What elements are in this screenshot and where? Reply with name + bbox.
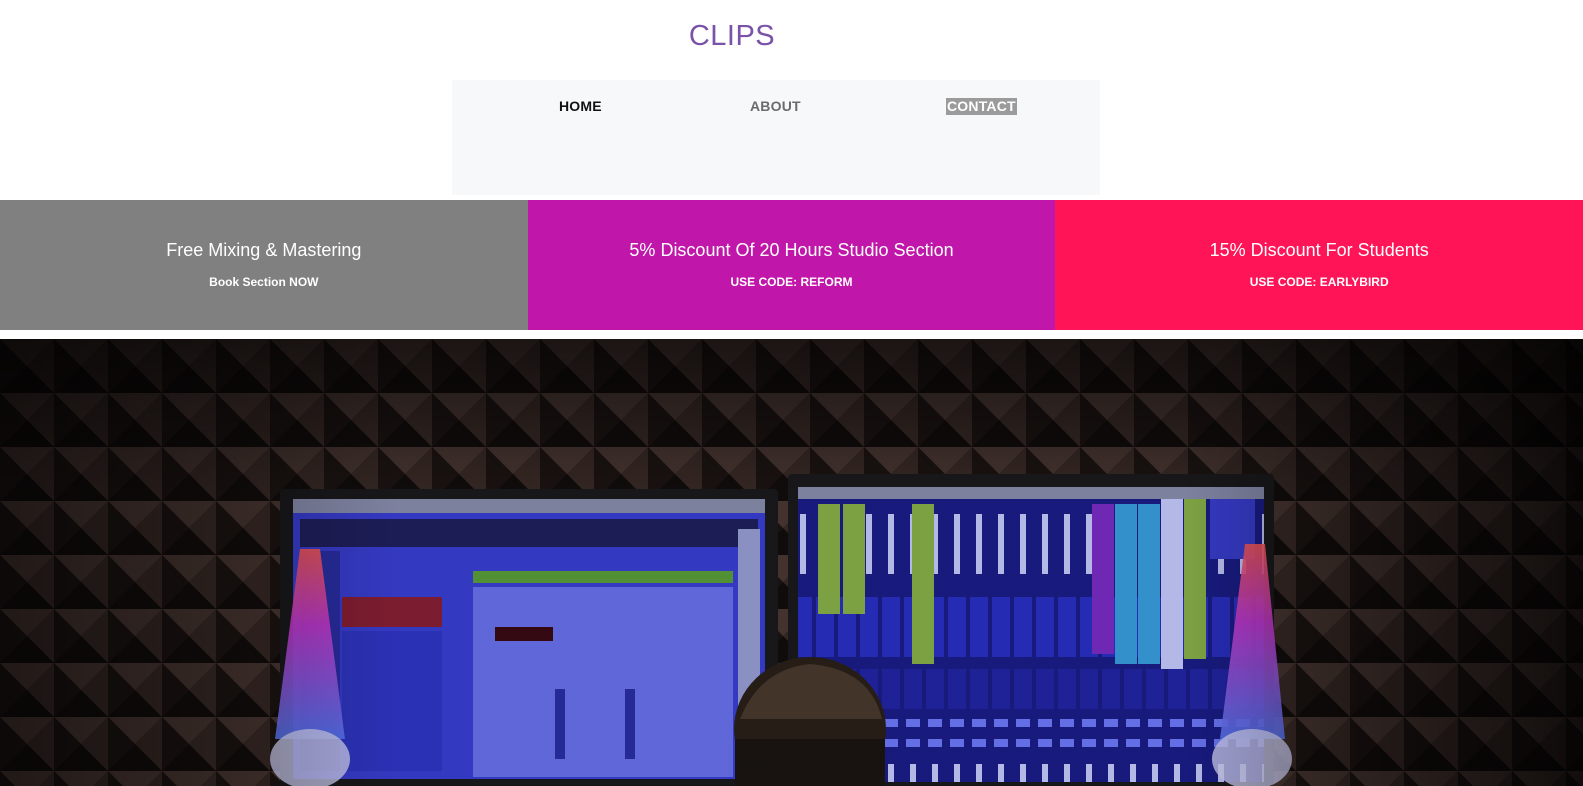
promo-subtitle: Book Section NOW: [209, 275, 319, 289]
promo-subtitle: USE CODE: EARLYBIRD: [1249, 275, 1389, 289]
promo-title: Free Mixing & Mastering: [166, 240, 362, 260]
nav-contact-link[interactable]: CONTACT: [946, 98, 1017, 115]
promo-title: 5% Discount Of 20 Hours Studio Section: [629, 240, 954, 260]
nav-about-link[interactable]: ABOUT: [750, 98, 801, 115]
hero-image: [0, 339, 1583, 786]
site-header: CLIPS HOME ABOUT CONTACT: [0, 0, 1583, 198]
promo-strip: Free Mixing & Mastering Book Section NOW…: [0, 200, 1583, 330]
studio-scene-illustration: [0, 339, 1583, 786]
site-logo[interactable]: CLIPS: [0, 18, 1464, 54]
main-nav: HOME ABOUT CONTACT: [452, 80, 1100, 195]
page: CLIPS HOME ABOUT CONTACT Free Mixing & M…: [0, 0, 1583, 786]
promo-subtitle: USE CODE: REFORM: [730, 275, 853, 289]
nav-home-link[interactable]: HOME: [559, 98, 602, 115]
promo-title: 15% Discount For Students: [1209, 240, 1429, 260]
promo-card-studio-discount[interactable]: 5% Discount Of 20 Hours Studio Section U…: [527, 200, 1056, 330]
promo-card-student-discount[interactable]: 15% Discount For Students USE CODE: EARL…: [1055, 200, 1583, 330]
promo-card-free-mixing[interactable]: Free Mixing & Mastering Book Section NOW: [0, 200, 528, 330]
